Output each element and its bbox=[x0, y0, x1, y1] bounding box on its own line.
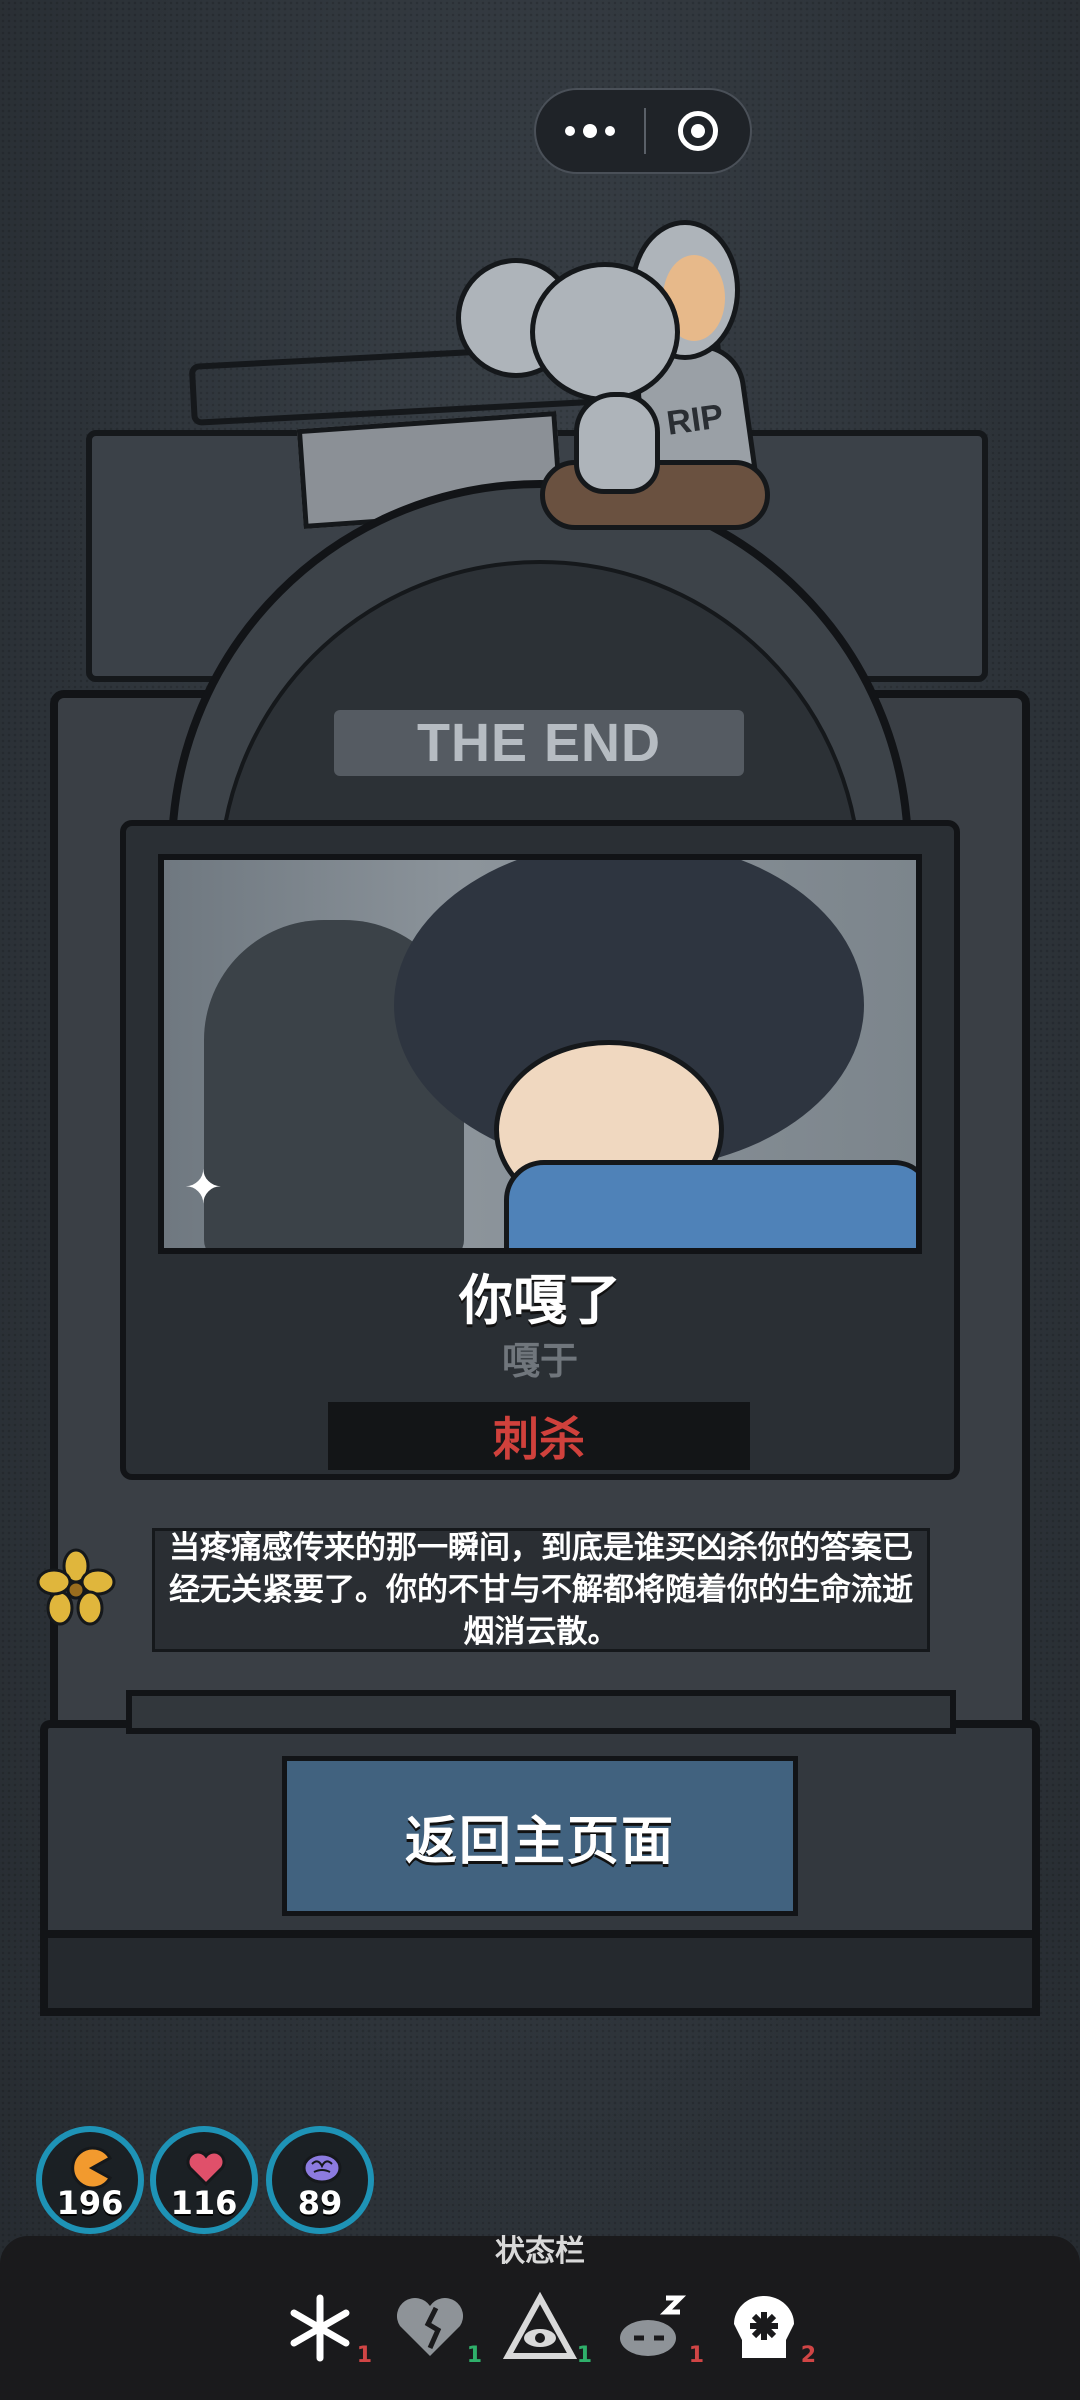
more-dots-icon bbox=[565, 126, 575, 136]
broken-heart-icon bbox=[396, 2297, 464, 2356]
death-subtitle: 嘎于 bbox=[501, 1339, 578, 1383]
mini-program-capsule bbox=[534, 88, 752, 174]
status-heartbreak[interactable]: 1 bbox=[392, 2290, 482, 2368]
flower-icon bbox=[36, 1548, 116, 1626]
status-watched[interactable]: 1 bbox=[502, 2290, 592, 2368]
target-close-icon bbox=[678, 111, 718, 151]
death-cause: 刺杀 bbox=[328, 1402, 750, 1470]
status-injured[interactable]: 2 bbox=[726, 2290, 816, 2368]
character-shirt bbox=[504, 1160, 916, 1248]
mouse-body bbox=[574, 392, 660, 494]
sparkle-icon: ✦ bbox=[184, 1160, 223, 1214]
eye-triangle-icon bbox=[502, 2291, 578, 2359]
death-scene-image: ✦ bbox=[158, 854, 922, 1254]
status-sleepy[interactable]: 1 bbox=[614, 2290, 704, 2368]
stat-hunger: 196 bbox=[36, 2126, 144, 2234]
sleep-icon bbox=[620, 2295, 687, 2356]
status-bar-title: 状态栏 bbox=[495, 2234, 585, 2269]
status-cold[interactable]: 1 bbox=[282, 2290, 372, 2368]
more-button[interactable] bbox=[536, 90, 644, 172]
tombstone-base-front bbox=[40, 1930, 1040, 2016]
close-button[interactable] bbox=[646, 111, 750, 151]
death-title: 你嘎了 bbox=[459, 1269, 621, 1332]
snowflake-icon bbox=[290, 2294, 350, 2362]
skull-splat-icon bbox=[734, 2296, 794, 2358]
stat-sanity: 89 bbox=[266, 2126, 374, 2234]
tombstone-ledge bbox=[126, 1690, 956, 1734]
the-end-plate: THE END bbox=[334, 710, 744, 776]
return-home-button[interactable]: 返回主页面 bbox=[282, 1756, 798, 1916]
mouse-head bbox=[530, 262, 680, 402]
death-description: 当疼痛感传来的那一瞬间，到底是谁买凶杀你的答案已经无关紧要了。你的不甘与不解都将… bbox=[152, 1528, 930, 1652]
stat-health: 116 bbox=[150, 2126, 258, 2234]
